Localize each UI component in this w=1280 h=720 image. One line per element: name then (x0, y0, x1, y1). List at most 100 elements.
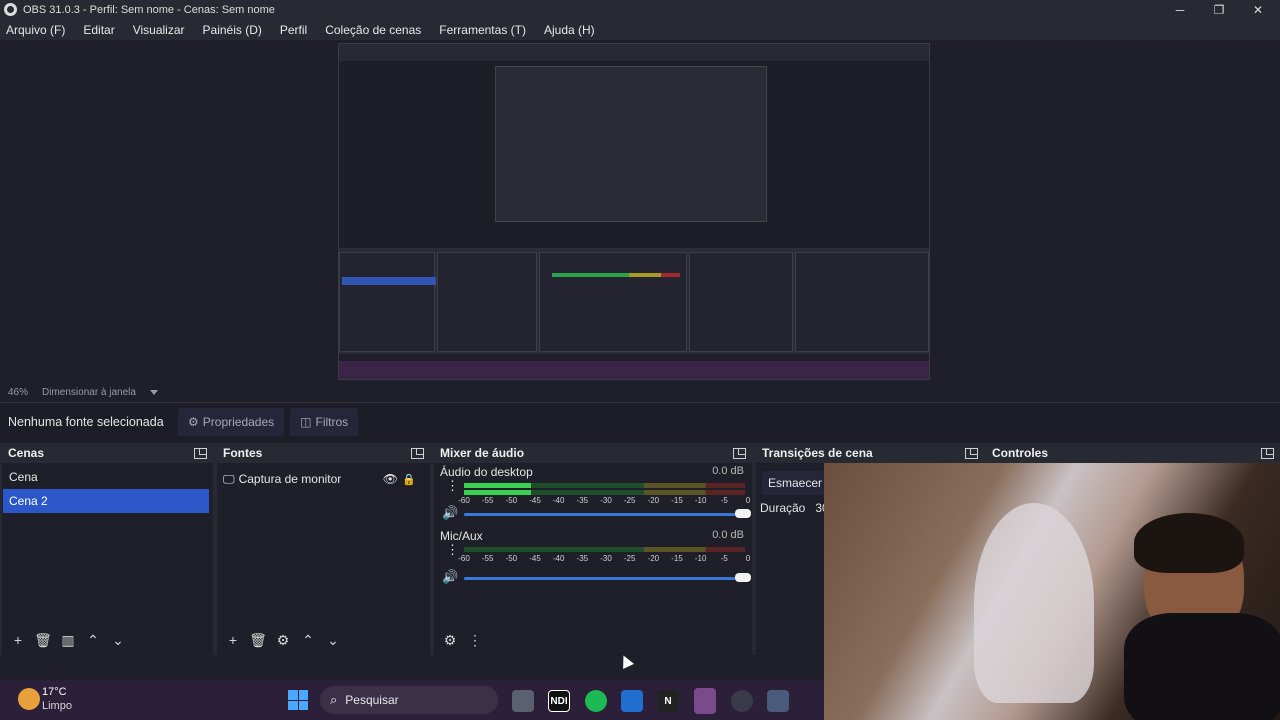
meter-tick-label: -60 (458, 496, 470, 505)
move-down-button[interactable]: ⌄ (321, 629, 345, 651)
meter-tick-label: -45 (529, 496, 541, 505)
meter-tick-label: -25 (623, 554, 636, 563)
meter-tick-label: -15 (671, 496, 683, 505)
transition-select[interactable]: Esmaecer (762, 471, 824, 495)
windows-start-icon[interactable] (288, 690, 308, 710)
volume-handle[interactable] (735, 573, 751, 582)
maximize-button[interactable]: ❐ (1201, 0, 1237, 19)
undock-icon[interactable] (411, 447, 424, 459)
preview-nested-controls (795, 252, 929, 352)
meter-tick-label: -10 (694, 554, 707, 563)
scene-item[interactable]: Cena (3, 465, 209, 489)
scene-item-selected[interactable]: Cena 2 (3, 489, 209, 513)
add-source-button[interactable]: + (221, 629, 245, 651)
channel-name: Mic/Aux (440, 529, 483, 543)
source-properties-button[interactable]: ⚙ (271, 629, 295, 651)
undock-icon[interactable] (1261, 447, 1274, 459)
channel-name: Áudio do desktop (440, 465, 533, 479)
meter-tick-label: -30 (600, 496, 612, 505)
meter-tick-label: -5 (720, 554, 728, 563)
mixer-channel: Áudio do desktop 0.0 dB ⋮ -60 -55 -50 -45 -4… (434, 463, 752, 527)
volume-slider[interactable] (464, 509, 751, 518)
obs-taskbar-icon[interactable] (731, 690, 753, 712)
weather-temperature[interactable]: 17°C (42, 686, 67, 698)
ndi-app-icon[interactable]: NDI (548, 690, 570, 712)
menu-profile[interactable]: Perfil (278, 23, 309, 37)
meter-ticks: -60 -55 -50 -45 -40 -35 -30 -25 -20 -15 -10 -5 0 (458, 554, 750, 564)
undock-icon[interactable] (965, 447, 978, 459)
remove-source-button[interactable]: 🗑 (246, 629, 270, 651)
menu-help[interactable]: Ajuda (H) (542, 23, 597, 37)
lock-icon[interactable]: 🔒 (402, 473, 416, 486)
mixer-channel: Mic/Aux 0.0 dB ⋮ -60 -55 -50 -45 -40 -35 -30 -2… (434, 527, 752, 591)
move-up-button[interactable]: ⌃ (296, 629, 320, 651)
channel-menu-icon[interactable]: ⋮ (446, 543, 459, 556)
properties-button[interactable]: ⚙ Propriedades (178, 407, 285, 436)
meter-tick-label: -50 (505, 554, 518, 563)
close-button[interactable]: ✕ (1240, 0, 1276, 19)
eye-icon[interactable]: 👁 (383, 472, 398, 486)
mixer-menu-button[interactable]: ⋮ (463, 629, 487, 651)
minimize-button[interactable]: ─ (1162, 0, 1198, 19)
gear-icon: ⚙ (188, 414, 199, 429)
channel-menu-icon[interactable]: ⋮ (446, 479, 459, 492)
settings-gear-icon[interactable] (767, 690, 789, 712)
source-item[interactable]: 🖵 Captura de monitor 👁 🔒 (217, 467, 430, 491)
meter-tick-label: -30 (600, 554, 612, 563)
weather-condition[interactable]: Limpo (42, 700, 72, 712)
audio-mixer-dock: Mixer de áudio Áudio do desktop 0.0 dB ⋮… (434, 443, 752, 655)
scenes-dock: Cenas Cena Cena 2 + 🗑 ▥ ⌃ ⌄ (2, 443, 213, 655)
webcam-overlay (824, 463, 1280, 720)
scene-filters-button[interactable]: ▥ (56, 629, 80, 651)
properties-label: Propriedades (202, 414, 275, 429)
undock-icon[interactable] (733, 447, 746, 459)
mail-app-icon[interactable] (621, 690, 643, 712)
preview-nested-selection (342, 277, 436, 285)
undock-icon[interactable] (194, 447, 207, 459)
controls-header: Controles (986, 443, 1280, 463)
zoom-bar: 46% Dimensionar à janela (0, 382, 1280, 402)
menu-tools[interactable]: Ferramentas (T) (437, 23, 528, 37)
menu-view[interactable]: Visualizar (131, 23, 187, 37)
meter-tick-label: -55 (481, 496, 494, 505)
preview-nested-docks (339, 248, 929, 354)
spotify-icon[interactable] (585, 690, 607, 712)
preview-area[interactable] (0, 40, 1280, 382)
volume-slider[interactable] (464, 573, 751, 582)
preview-canvas[interactable] (338, 43, 930, 380)
taskbar-search[interactable]: ⌕ Pesquisar (320, 686, 498, 714)
active-app-icon[interactable] (694, 688, 716, 714)
move-up-button[interactable]: ⌃ (81, 629, 105, 651)
meter-tick-label: -5 (720, 496, 728, 505)
speaker-icon[interactable]: 🔊 (442, 505, 458, 521)
meter-tick-label: -35 (576, 496, 589, 505)
weather-icon[interactable] (18, 688, 40, 710)
speaker-icon[interactable]: 🔊 (442, 569, 458, 585)
volume-handle[interactable] (735, 509, 751, 518)
zoom-mode-select[interactable]: Dimensionar à janela (42, 387, 136, 398)
filters-label: Filtros (315, 414, 349, 429)
add-scene-button[interactable]: + (6, 629, 30, 651)
preview-nested-preview (495, 66, 767, 222)
notion-icon[interactable]: N (657, 690, 679, 712)
sources-footer: + 🗑 ⚙ ⌃ ⌄ (217, 625, 430, 655)
channel-db: 0.0 dB (712, 529, 744, 541)
remove-scene-button[interactable]: 🗑 (31, 629, 55, 651)
task-view-icon[interactable] (512, 690, 534, 712)
move-down-button[interactable]: ⌄ (106, 629, 130, 651)
advanced-audio-button[interactable]: ⚙ (438, 629, 462, 651)
preview-nested-transitions (689, 252, 793, 352)
filters-button[interactable]: ◫ Filtros (290, 407, 359, 436)
notion-label: N (664, 695, 672, 707)
monitor-icon: 🖵 (223, 471, 235, 486)
menu-bar: Arquivo (F) Editar Visualizar Painéis (D… (0, 19, 1280, 40)
source-toolbar: Nenhuma fonte selecionada ⚙ Propriedades… (0, 402, 1280, 440)
transitions-title: Transições de cena (762, 446, 873, 460)
source-item-label: Captura de monitor (238, 472, 342, 486)
menu-file[interactable]: Arquivo (F) (4, 23, 67, 37)
chevron-down-icon[interactable] (149, 389, 158, 395)
menu-scene-collection[interactable]: Coleção de cenas (323, 23, 423, 37)
menu-docks[interactable]: Painéis (D) (201, 23, 264, 37)
menu-edit[interactable]: Editar (81, 23, 116, 37)
meter-tick-label: -50 (505, 496, 518, 505)
